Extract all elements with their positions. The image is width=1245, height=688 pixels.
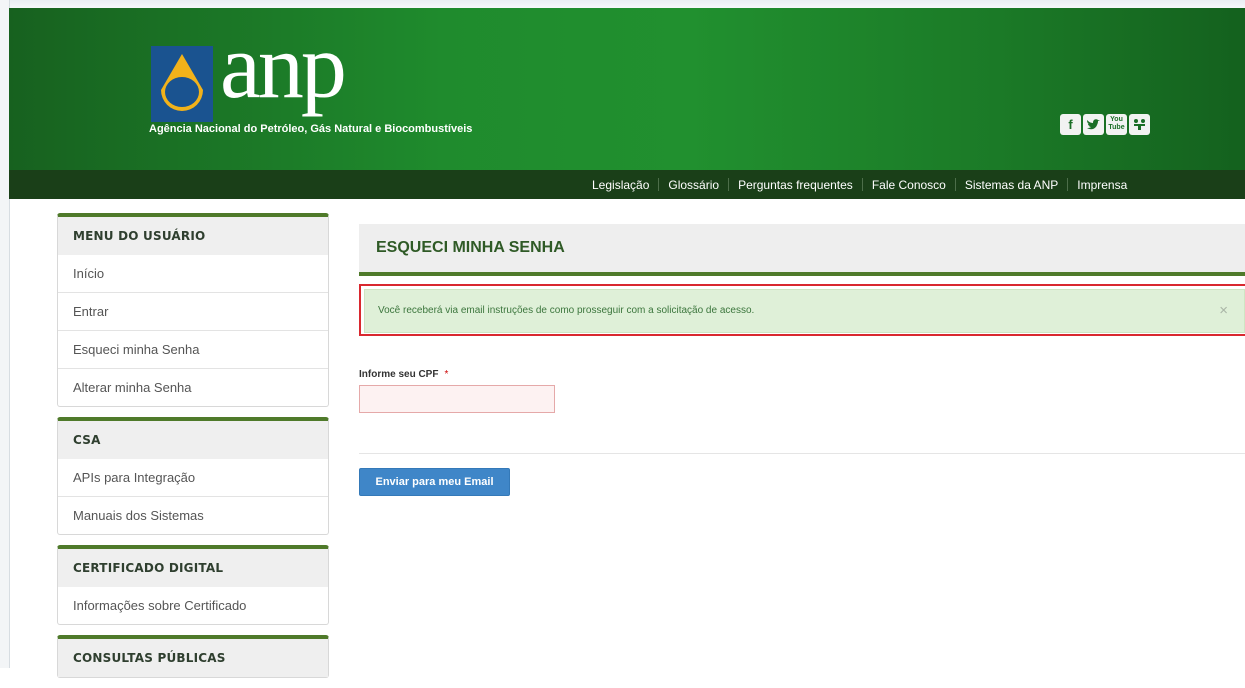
site-header: anp Agência Nacional do Petróleo, Gás Na… (9, 8, 1245, 170)
csa-title: CSA (58, 421, 328, 459)
agency-tagline: Agência Nacional do Petróleo, Gás Natura… (149, 123, 473, 135)
nav-sistemas-anp[interactable]: Sistemas da ANP (965, 178, 1058, 192)
twitter-icon[interactable] (1083, 114, 1104, 135)
form-divider (359, 453, 1245, 454)
sidebar: MENU DO USUÁRIO Início Entrar Esqueci mi… (57, 213, 329, 688)
main-content: ESQUECI MINHA SENHA Você receberá via em… (359, 224, 1245, 496)
sidebar-item-manuais[interactable]: Manuais dos Sistemas (58, 496, 328, 534)
social-links: f You Tube (1060, 114, 1150, 135)
required-mark: * (444, 369, 449, 380)
sidebar-item-entrar[interactable]: Entrar (58, 292, 328, 330)
page-title: ESQUECI MINHA SENHA (359, 224, 1245, 276)
alert-highlight: Você receberá via email instruções de co… (359, 284, 1245, 336)
logo-wordmark[interactable]: anp (220, 20, 347, 112)
sidebar-item-inicio[interactable]: Início (58, 255, 328, 292)
nav-glossario[interactable]: Glossário (668, 178, 719, 192)
top-navigation: Legislação Glossário Perguntas frequente… (9, 170, 1245, 199)
cpf-label-text: Informe seu CPF (359, 369, 439, 380)
nav-perguntas-frequentes[interactable]: Perguntas frequentes (738, 178, 853, 192)
youtube-label-top: You (1110, 116, 1123, 123)
browser-frame-top (0, 0, 1245, 8)
nav-legislacao[interactable]: Legislação (592, 178, 649, 192)
sidebar-item-esqueci-senha[interactable]: Esqueci minha Senha (58, 330, 328, 368)
cpf-label: Informe seu CPF * (359, 369, 448, 380)
user-menu-title: MENU DO USUÁRIO (58, 217, 328, 255)
csa-panel: CSA APIs para Integração Manuais dos Sis… (57, 417, 329, 535)
user-menu-panel: MENU DO USUÁRIO Início Entrar Esqueci mi… (57, 213, 329, 407)
consultas-panel: CONSULTAS PÚBLICAS (57, 635, 329, 678)
sidebar-item-alterar-senha[interactable]: Alterar minha Senha (58, 368, 328, 406)
nav-imprensa[interactable]: Imprensa (1077, 178, 1127, 192)
certificado-title: CERTIFICADO DIGITAL (58, 549, 328, 587)
youtube-label-bottom: Tube (1108, 124, 1125, 131)
sidebar-item-info-certificado[interactable]: Informações sobre Certificado (58, 587, 328, 624)
sidebar-item-apis[interactable]: APIs para Integração (58, 459, 328, 496)
success-alert: Você receberá via email instruções de co… (364, 289, 1245, 333)
send-email-button[interactable]: Enviar para meu Email (359, 468, 510, 496)
consultas-title: CONSULTAS PÚBLICAS (58, 639, 328, 677)
facebook-icon[interactable]: f (1060, 114, 1081, 135)
youtube-icon[interactable]: You Tube (1106, 114, 1127, 135)
nav-fale-conosco[interactable]: Fale Conosco (872, 178, 946, 192)
cpf-input[interactable] (359, 385, 555, 413)
close-icon[interactable]: × (1219, 290, 1228, 332)
anp-logo-icon[interactable] (151, 46, 213, 122)
alert-message: Você receberá via email instruções de co… (378, 305, 755, 316)
flickr-icon[interactable] (1129, 114, 1150, 135)
certificado-panel: CERTIFICADO DIGITAL Informações sobre Ce… (57, 545, 329, 625)
